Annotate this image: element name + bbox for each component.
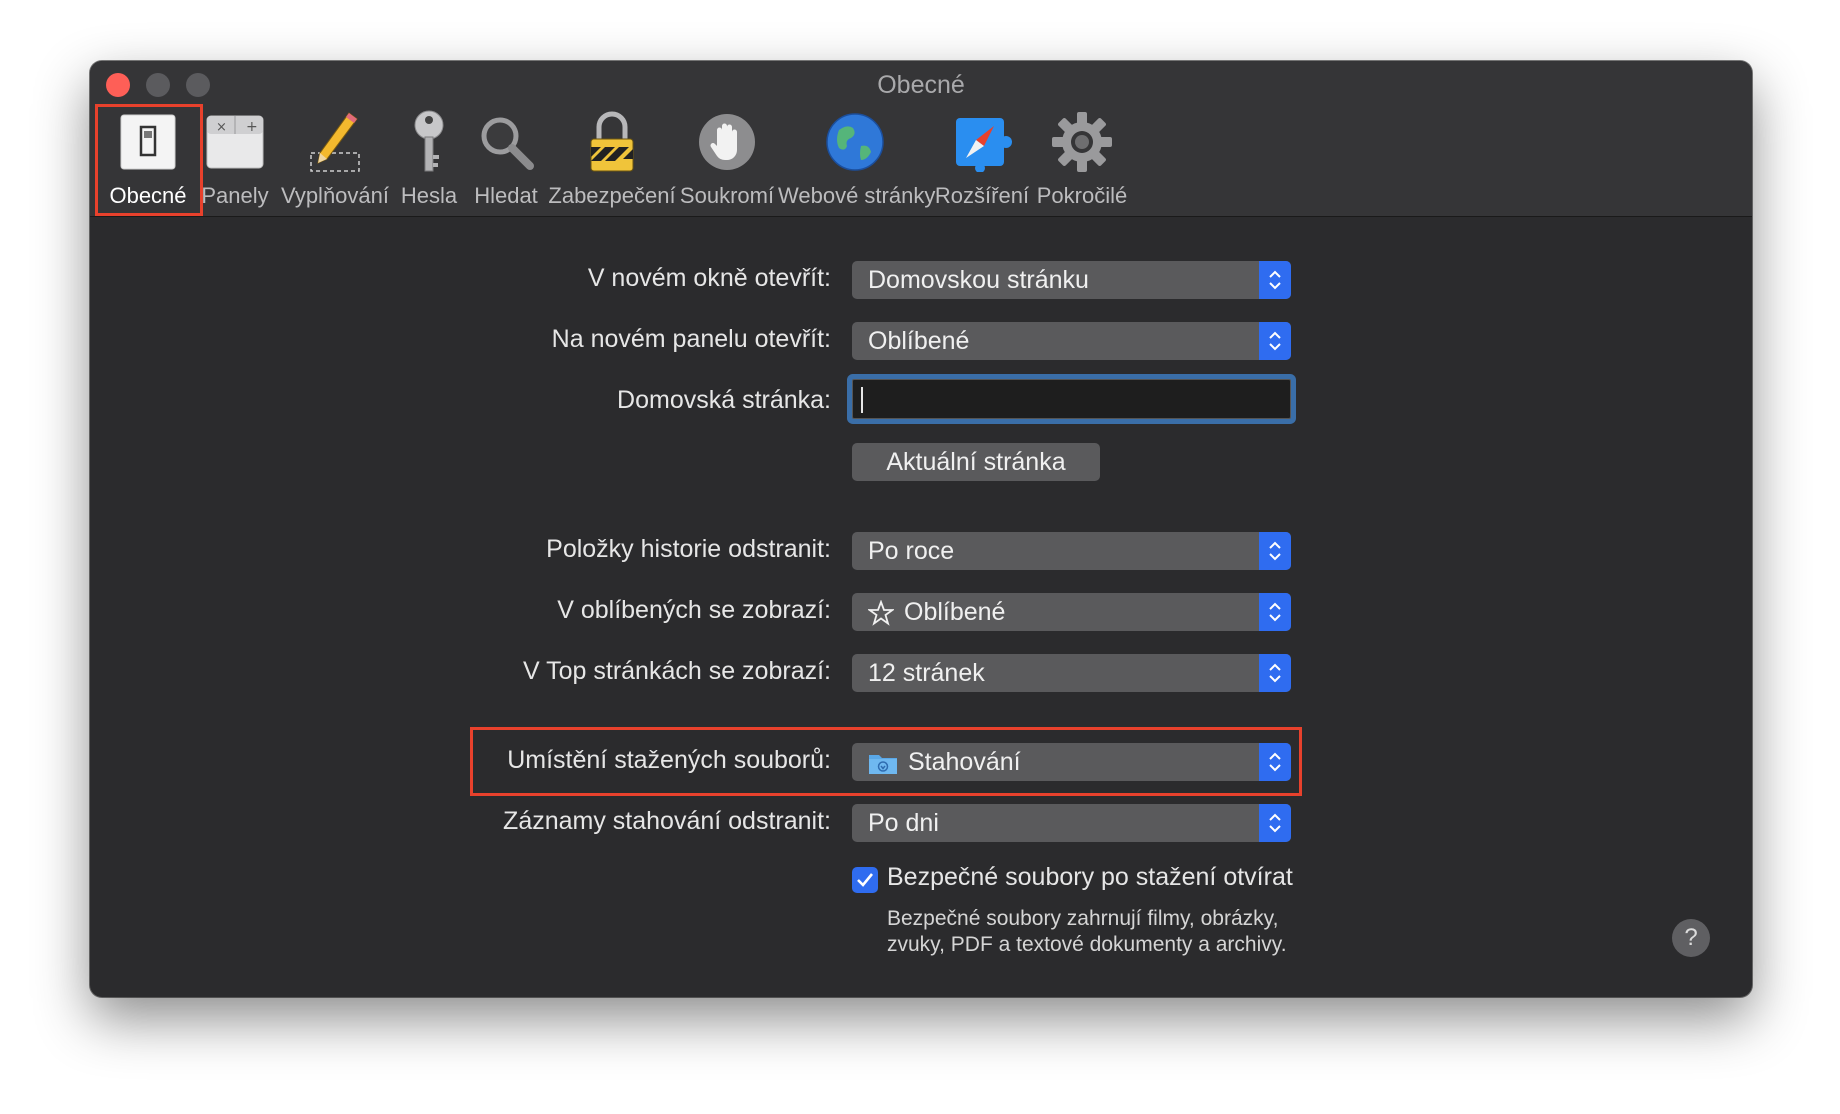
- homepage-label: Domovská stránka:: [617, 386, 831, 414]
- history-value: Po roce: [868, 537, 955, 565]
- gear-icon: [1032, 107, 1132, 177]
- globe-icon: [778, 107, 932, 177]
- download-location-label: Umístění stažených souborů:: [507, 746, 831, 774]
- tab-tabs[interactable]: × + Panely: [194, 107, 276, 209]
- download-location-value: Stahování: [908, 748, 1021, 776]
- new-tab-label: Na novém panelu otevřít:: [551, 325, 831, 353]
- chevron-updown-icon: [1259, 593, 1291, 631]
- favorites-value: Oblíbené: [904, 598, 1006, 626]
- new-tab-value: Oblíbené: [868, 327, 970, 355]
- tab-privacy[interactable]: Soukromí: [676, 107, 778, 209]
- download-remove-label: Záznamy stahování odstranit:: [503, 807, 831, 835]
- topsites-value: 12 stránek: [868, 659, 985, 687]
- chevron-updown-icon: [1259, 532, 1291, 570]
- tab-advanced-label: Pokročilé: [1036, 183, 1128, 208]
- tab-tabs-label: Panely: [201, 183, 269, 208]
- new-window-popup[interactable]: Domovskou stránku: [852, 261, 1291, 299]
- chevron-updown-icon: [1259, 322, 1291, 360]
- puzzle-compass-icon: [932, 107, 1032, 177]
- new-window-label: V novém okně otevřít:: [587, 264, 831, 292]
- tabs-icon: × +: [194, 107, 276, 177]
- tab-extensions-label: Rozšíření: [934, 183, 1030, 208]
- tab-general-label: Obecné: [109, 183, 187, 208]
- tab-search-label: Hledat: [474, 183, 538, 208]
- open-safe-files-checkbox[interactable]: [852, 867, 878, 893]
- preferences-window: Obecné Obecné × + Panely Vyplňování Hesl…: [90, 61, 1752, 997]
- tab-security-label: Zabezpečení: [548, 183, 676, 208]
- tab-passwords[interactable]: Hesla: [394, 107, 464, 209]
- download-remove-value: Po dni: [868, 809, 939, 837]
- tab-websites-label: Webové stránky: [778, 183, 936, 208]
- topsites-label: V Top stránkách se zobrazí:: [522, 657, 831, 685]
- history-popup[interactable]: Po roce: [852, 532, 1291, 570]
- window-title: Obecné: [877, 71, 965, 99]
- chevron-updown-icon: [1259, 743, 1291, 781]
- padlock-icon: [548, 107, 676, 177]
- chevron-updown-icon: [1259, 261, 1291, 299]
- tab-general[interactable]: Obecné: [102, 107, 194, 209]
- history-label: Položky historie odstranit:: [546, 535, 831, 563]
- pencil-icon: [276, 107, 394, 177]
- note-line-1: Bezpečné soubory zahrnují filmy, obrázky…: [887, 907, 1279, 930]
- toolbar: Obecné Obecné × + Panely Vyplňování Hesl…: [90, 61, 1752, 217]
- tab-security[interactable]: Zabezpečení: [548, 107, 676, 209]
- tab-privacy-label: Soukromí: [679, 183, 775, 208]
- favorites-label: V oblíbených se zobrazí:: [557, 596, 831, 624]
- homepage-input[interactable]: [852, 379, 1291, 419]
- download-remove-popup[interactable]: Po dni: [852, 804, 1291, 842]
- checkmark-icon: [857, 873, 874, 887]
- svg-text:×: ×: [216, 120, 227, 135]
- magnifier-icon: [464, 107, 548, 177]
- text-caret: [861, 387, 863, 413]
- topsites-popup[interactable]: 12 stránek: [852, 654, 1291, 692]
- chevron-updown-icon: [1259, 654, 1291, 692]
- current-page-button[interactable]: Aktuální stránka: [852, 443, 1100, 481]
- open-safe-files-note: Bezpečné soubory zahrnují filmy, obrázky…: [887, 906, 1287, 958]
- tab-autofill-label: Vyplňování: [280, 183, 390, 208]
- tab-advanced[interactable]: Pokročilé: [1032, 107, 1132, 209]
- new-window-value: Domovskou stránku: [868, 266, 1089, 294]
- open-safe-files-label[interactable]: Bezpečné soubory po stažení otvírat: [887, 863, 1293, 892]
- tab-passwords-label: Hesla: [400, 183, 458, 208]
- favorites-popup[interactable]: Oblíbené: [852, 593, 1291, 631]
- tab-websites[interactable]: Webové stránky: [778, 107, 936, 209]
- star-icon: [868, 599, 894, 626]
- switch-icon: [102, 107, 194, 177]
- downloads-folder-icon: [869, 754, 897, 774]
- new-tab-popup[interactable]: Oblíbené: [852, 322, 1291, 360]
- tab-autofill[interactable]: Vyplňování: [276, 107, 394, 209]
- tab-search[interactable]: Hledat: [464, 107, 548, 209]
- chevron-updown-icon: [1259, 804, 1291, 842]
- svg-text:+: +: [246, 119, 258, 135]
- hand-icon: [676, 107, 778, 177]
- tab-extensions[interactable]: Rozšíření: [932, 107, 1032, 209]
- note-line-2: zvuky, PDF a textové dokumenty a archivy…: [887, 933, 1287, 956]
- download-location-popup[interactable]: Stahování: [852, 743, 1291, 781]
- key-icon: [394, 107, 464, 177]
- help-button[interactable]: ?: [1672, 919, 1710, 957]
